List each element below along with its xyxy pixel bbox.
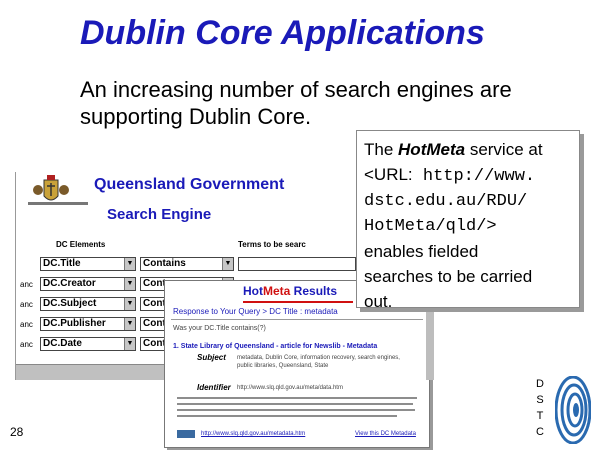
subject-label: Subject <box>197 353 226 362</box>
select-value: DC.Creator <box>43 278 96 289</box>
view-metadata-link[interactable]: View this DC Metadata <box>355 431 416 437</box>
dc-elements-header: DC Elements <box>56 240 106 249</box>
subject-value: metadata, Dublin Core, information recov… <box>237 355 400 369</box>
select-value: DC.Title <box>43 258 81 269</box>
description-text <box>177 403 413 405</box>
and-connector: anc <box>20 300 33 309</box>
callout-line-7: out. <box>364 292 393 311</box>
logo-meta: Meta <box>263 284 291 298</box>
slide-number: 28 <box>10 425 24 439</box>
logo-hot: Hot <box>243 284 263 298</box>
dc-element-select-subject[interactable]: DC.Subject ▼ <box>40 297 136 311</box>
description-text <box>177 409 415 411</box>
select-value: Cont <box>143 318 166 329</box>
dc-element-select-date[interactable]: DC.Date ▼ <box>40 337 136 351</box>
callout-line-5: enables fielded <box>364 242 479 261</box>
identifier-label: Identifier <box>197 383 231 392</box>
url-part-3: HotMeta/qld/> <box>364 217 497 236</box>
dstc-spiral-logo-icon <box>555 376 591 444</box>
operator-select-title[interactable]: Contains ▼ <box>140 257 234 271</box>
search-term-input-title[interactable] <box>238 257 356 271</box>
query-echo: Was your DC.Title contains(?) <box>173 325 266 332</box>
identifier-value: http://www.slq.qld.gov.au/meta/data.htm <box>237 385 343 391</box>
select-value: DC.Publisher <box>43 318 106 329</box>
url-part-1: http://www. <box>412 167 536 186</box>
select-value: DC.Date <box>43 338 82 349</box>
url-part-2: dstc.edu.au/RDU/ <box>364 192 528 211</box>
search-engine-subtitle: Search Engine <box>107 206 212 223</box>
divider <box>171 319 423 320</box>
chevron-down-icon: ▼ <box>124 318 135 330</box>
select-value: Contains <box>143 258 186 269</box>
chevron-down-icon: ▼ <box>124 338 135 350</box>
logo-results: Results <box>290 284 338 298</box>
select-value: Cont <box>143 298 166 309</box>
hotmeta-callout: The HotMeta service at <URL: http://www.… <box>356 130 580 311</box>
slide-title: Dublin Core Applications <box>80 14 485 52</box>
callout-line-2: <URL: http://www. <box>364 162 575 189</box>
description-text <box>177 397 417 399</box>
result-title-link[interactable]: 1. State Library of Queensland - article… <box>173 343 377 350</box>
dc-element-select-title[interactable]: DC.Title ▼ <box>40 257 136 271</box>
hotmeta-brand: HotMeta <box>398 140 466 159</box>
dstc-letter: C <box>536 426 544 438</box>
callout-prefix: The <box>364 140 399 159</box>
terms-header: Terms to be searc <box>238 240 306 249</box>
slide-intro-text: An increasing number of search engines a… <box>80 77 512 129</box>
queensland-title: Queensland Government <box>94 176 285 193</box>
select-value: DC.Subject <box>43 298 97 309</box>
and-connector: anc <box>20 340 33 349</box>
chevron-down-icon: ▼ <box>124 258 135 270</box>
callout-line-1: The HotMeta service at <box>364 137 575 162</box>
url-label: <URL: <box>364 165 413 184</box>
hotmeta-logo: HotMeta Results <box>243 284 337 298</box>
document-icon <box>177 430 195 438</box>
chevron-down-icon: ▼ <box>124 278 135 290</box>
select-value: Cont <box>143 278 166 289</box>
chevron-down-icon: ▼ <box>124 298 135 310</box>
dstc-letter: D <box>536 378 544 390</box>
document-url-link[interactable]: http://www.slq.qld.gov.au/metadata.htm <box>201 431 305 437</box>
and-connector: anc <box>20 280 33 289</box>
select-value: Cont <box>143 338 166 349</box>
and-connector: anc <box>20 320 33 329</box>
dstc-letter: S <box>536 394 544 406</box>
callout-line-6: searches to be carried <box>364 267 533 286</box>
callout-after-brand: service at <box>465 140 543 159</box>
dc-element-select-publisher[interactable]: DC.Publisher ▼ <box>40 317 136 331</box>
chevron-down-icon: ▼ <box>222 258 233 270</box>
dstc-letter: T <box>536 410 544 422</box>
callout-shadow <box>426 308 434 380</box>
logo-underline <box>243 301 353 303</box>
response-heading: Response to Your Query > DC Title : meta… <box>173 307 338 316</box>
crest-caption <box>28 202 88 205</box>
dc-element-select-creator[interactable]: DC.Creator ▼ <box>40 277 136 291</box>
description-text <box>177 415 397 417</box>
